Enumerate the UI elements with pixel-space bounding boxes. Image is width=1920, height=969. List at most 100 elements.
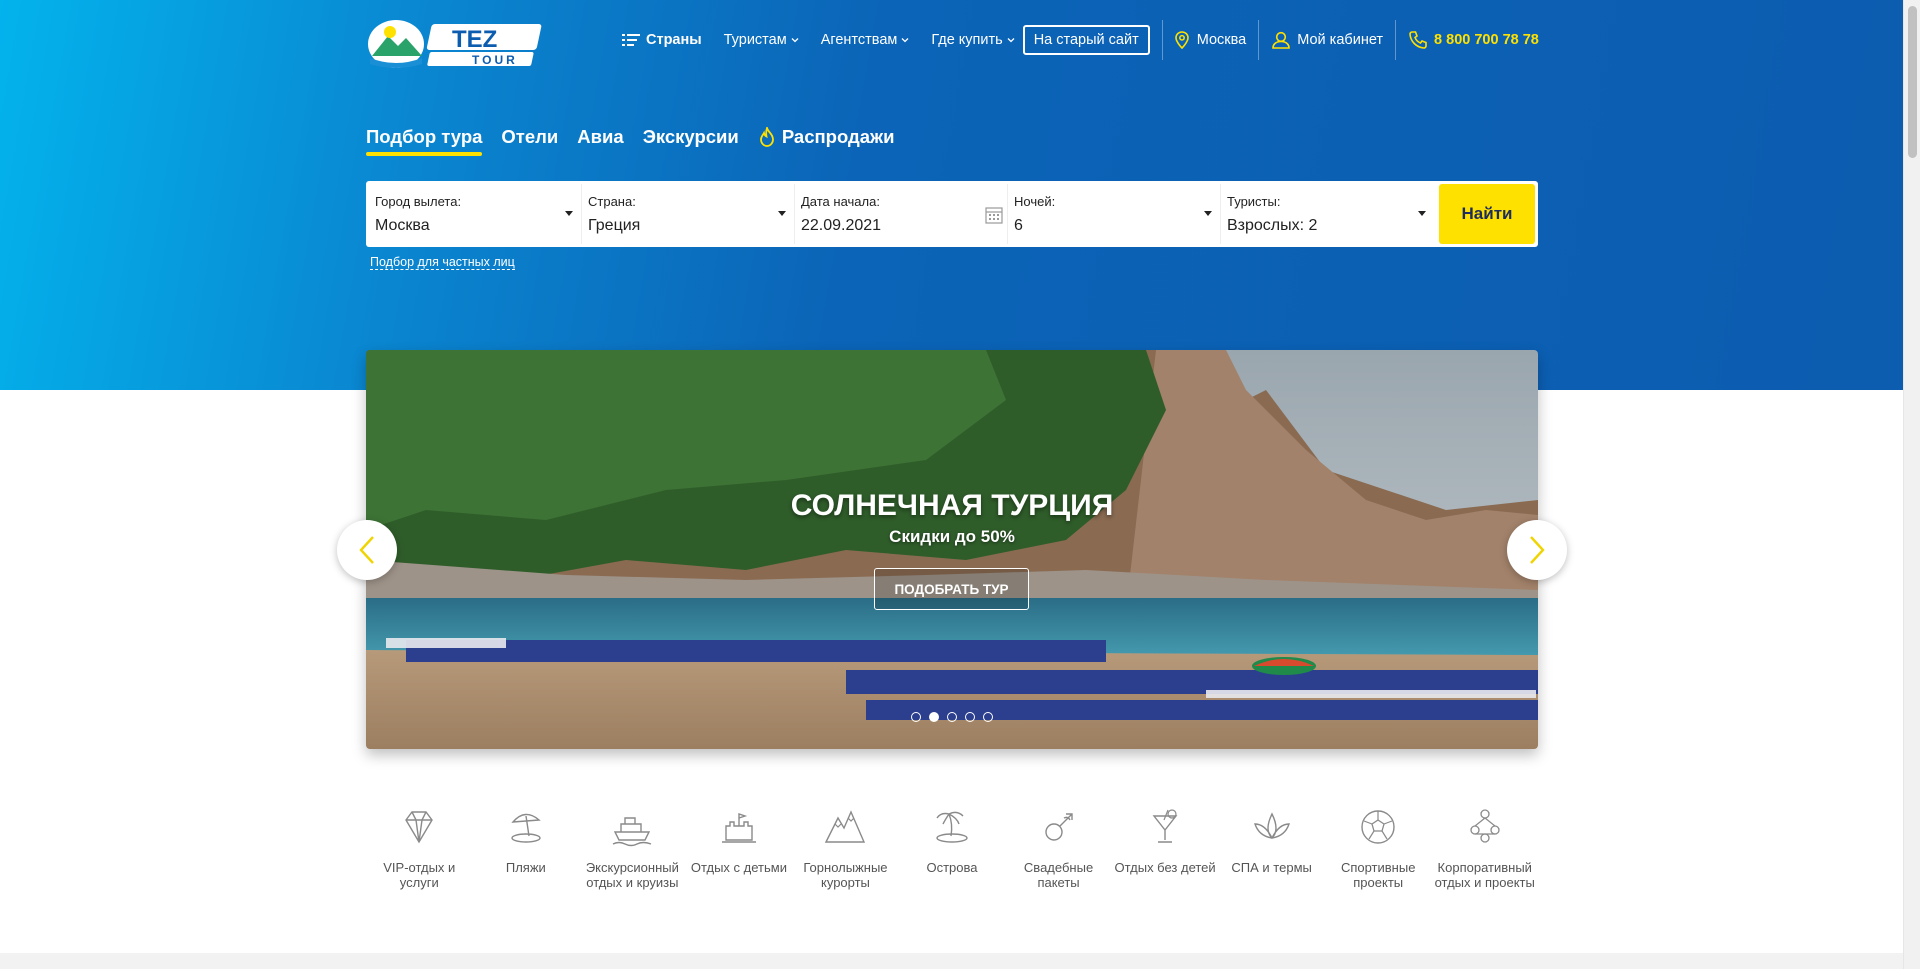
tab-sales-label: Распродажи — [781, 126, 895, 147]
phone-icon — [1409, 31, 1427, 49]
user-icon — [1272, 31, 1291, 49]
footer-strip — [0, 953, 1903, 969]
logo-text-top: TEZ — [452, 26, 497, 53]
scrollbar-thumb[interactable] — [1908, 6, 1917, 158]
fire-icon — [759, 127, 774, 147]
tour-search-form: Город вылета: Москва Страна: Греция Дата… — [366, 181, 1538, 247]
slide-subtitle: Скидки до 50% — [889, 527, 1015, 546]
category-beaches[interactable]: Пляжи — [473, 802, 580, 890]
category-label: Острова — [926, 860, 978, 875]
nav-where-buy-label: Где купить — [931, 32, 1003, 48]
category-label: Горнолыжные курорты — [803, 860, 888, 890]
tez-tour-logo[interactable]: TEZ TOUR — [366, 14, 546, 70]
chevron-down-icon — [791, 38, 799, 43]
dropdown-caret-icon — [1204, 211, 1212, 216]
category-label: Корпоративный отдых и проекты — [1434, 860, 1535, 890]
wedding-icon — [1044, 813, 1073, 841]
location-pin-icon — [1174, 31, 1189, 49]
city-label: Москва — [1196, 32, 1247, 48]
soccer-ball-icon — [1361, 810, 1395, 844]
slider-dot[interactable] — [965, 712, 975, 722]
slider-dots — [366, 712, 1538, 722]
field-value: Греция — [588, 217, 641, 234]
nav-where-buy[interactable]: Где купить — [931, 32, 1015, 48]
tab-excursions[interactable]: Экскурсии — [643, 126, 739, 156]
field-label: Туристы: — [1227, 194, 1281, 209]
nav-divider — [1258, 20, 1260, 60]
slider-dot[interactable] — [947, 712, 957, 722]
chevron-right-icon — [1530, 536, 1545, 564]
slider-dot-active[interactable] — [929, 712, 939, 722]
category-sports[interactable]: Спортивные проекты — [1325, 802, 1432, 890]
ship-icon — [613, 817, 652, 847]
phone-link[interactable]: 8 800 700 78 78 — [1408, 30, 1539, 50]
nights-select[interactable]: Ночей: 6 — [1008, 184, 1221, 244]
departure-city-select[interactable]: Город вылета: Москва — [369, 184, 582, 244]
category-islands[interactable]: Острова — [899, 802, 1006, 890]
sandcastle-icon — [721, 813, 756, 843]
category-label: VIP-отдых и услуги — [383, 860, 456, 890]
mountains-icon — [825, 810, 866, 843]
field-value: 22.09.2021 — [801, 217, 882, 234]
dropdown-caret-icon — [778, 211, 786, 216]
cocktail-icon — [1152, 809, 1178, 843]
diamond-icon — [405, 811, 434, 844]
slider-dot[interactable] — [983, 712, 993, 722]
category-kids[interactable]: Отдых с детьми — [686, 802, 793, 890]
tab-sales[interactable]: Распродажи — [758, 126, 895, 156]
tab-tour-search[interactable]: Подбор тура — [366, 126, 483, 156]
nav-agencies[interactable]: Агентствам — [821, 32, 910, 48]
country-select[interactable]: Страна: Греция — [582, 184, 795, 244]
category-wedding[interactable]: Свадебные пакеты — [1005, 802, 1112, 890]
category-ski[interactable]: Горнолыжные курорты — [792, 802, 899, 890]
slider-dot[interactable] — [911, 712, 921, 722]
chevron-down-icon — [901, 38, 909, 43]
category-cruises[interactable]: Экскурсионный отдых и круизы — [579, 802, 686, 890]
list-icon — [622, 34, 640, 46]
category-list: VIP-отдых и услуги Пляжи Экскурсионный о… — [366, 802, 1538, 890]
category-label: Отдых без детей — [1114, 860, 1216, 875]
phone-number: 8 800 700 78 78 — [1434, 32, 1539, 48]
nav-tourists-label: Туристам — [723, 32, 787, 48]
category-vip[interactable]: VIP-отдых и услуги — [366, 802, 473, 890]
search-tabs: Подбор тура Отели Авиа Экскурсии Распрод… — [366, 126, 914, 156]
category-label: Спортивные проекты — [1340, 860, 1416, 890]
slide-title: СОЛНЕЧНАЯ ТУРЦИЯ — [790, 489, 1114, 522]
tourists-select[interactable]: Туристы: Взрослых: 2 — [1221, 184, 1434, 244]
find-button[interactable]: Найти — [1439, 184, 1535, 244]
category-corporate[interactable]: Корпоративный отдых и проекты — [1431, 802, 1538, 890]
dropdown-caret-icon — [1418, 211, 1426, 216]
slider-next-button[interactable] — [1507, 520, 1567, 580]
field-label: Страна: — [588, 194, 636, 209]
slider-prev-button[interactable] — [337, 520, 397, 580]
nav-divider — [1395, 20, 1397, 60]
field-label: Город вылета: — [375, 194, 462, 209]
beach-photo — [366, 350, 1538, 749]
logo-text-bottom: TOUR — [472, 53, 518, 67]
team-icon — [1470, 809, 1500, 843]
choose-tour-button[interactable]: ПОДОБРАТЬ ТУР — [874, 568, 1029, 610]
my-cabinet-link[interactable]: Мой кабинет — [1271, 31, 1383, 49]
category-spa[interactable]: СПА и термы — [1218, 802, 1325, 890]
chevron-down-icon — [1007, 38, 1015, 43]
calendar-icon[interactable] — [985, 206, 1003, 224]
category-label: Пляжи — [505, 860, 546, 875]
field-value: Москва — [375, 217, 430, 234]
lotus-icon — [1253, 812, 1290, 839]
city-selector[interactable]: Москва — [1174, 31, 1247, 49]
category-adults[interactable]: Отдых без детей — [1112, 802, 1219, 890]
nav-countries[interactable]: Страны — [622, 32, 702, 48]
category-label: СПА и термы — [1231, 860, 1312, 875]
start-date-field[interactable]: Дата начала: 22.09.2021 — [795, 184, 1008, 244]
nav-countries-label: Страны — [646, 32, 702, 48]
tab-avia[interactable]: Авиа — [577, 126, 623, 156]
page-scrollbar[interactable] — [1903, 0, 1920, 969]
category-label: Свадебные пакеты — [1023, 860, 1094, 890]
field-value: Взрослых: 2 — [1227, 217, 1318, 234]
private-selection-link[interactable]: Подбор для частных лиц — [370, 255, 515, 270]
beach-umbrella-icon — [511, 813, 541, 843]
nav-tourists[interactable]: Туристам — [724, 32, 799, 48]
chevron-left-icon — [359, 536, 374, 564]
old-site-button[interactable]: На старый сайт — [1022, 25, 1150, 55]
tab-hotels[interactable]: Отели — [501, 126, 558, 156]
